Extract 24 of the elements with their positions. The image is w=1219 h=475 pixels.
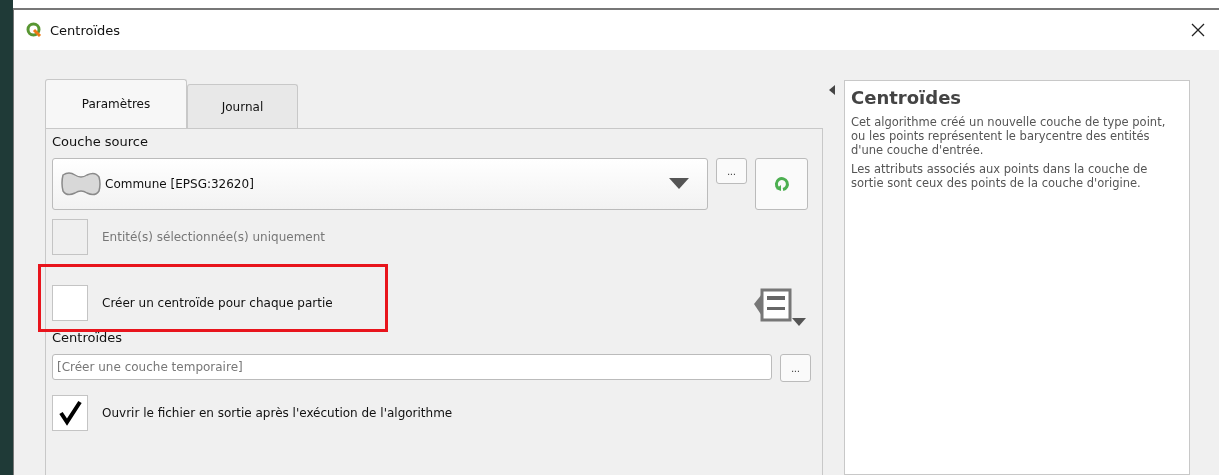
help-paragraph: Les attributs associés aux points dans la couche de sortie sont ceux des points de la couche d'origine. — [851, 163, 1149, 191]
output-field[interactable]: [Créer une couche temporaire] — [52, 354, 772, 380]
browse-button[interactable]: ... — [780, 354, 811, 382]
checkbox-label: Créer un centroïde pour chaque partie — [102, 296, 333, 310]
help-title: Centroïdes — [851, 87, 963, 108]
checkbox[interactable] — [52, 285, 88, 321]
tab[interactable]: Paramètres — [45, 79, 187, 128]
layer-dropdown[interactable]: Commune [EPSG:32620] — [52, 158, 708, 210]
checkbox-label: Entité(s) sélectionnée(s) uniquement — [102, 230, 325, 244]
checkbox[interactable] — [52, 395, 88, 431]
help-paragraph: Cet algorithme créé un nouvelle couche de type point, ou les points représentent le barycentre des entités d'une couche d'entrée. — [851, 116, 1167, 158]
field-label: Centroïdes — [52, 330, 124, 347]
advanced-options-icon[interactable] — [752, 286, 808, 328]
app-logo-icon — [26, 22, 42, 38]
browse-button[interactable]: ... — [716, 158, 747, 184]
field-label: Couche source — [52, 134, 149, 151]
checkbox-label: Ouvrir le fichier en sortie après l'exécution de l'algorithme — [102, 406, 453, 420]
iterate-button[interactable] — [755, 158, 808, 210]
refresh-icon — [773, 176, 790, 192]
window-title: Centroïdes — [50, 22, 122, 38]
close-icon[interactable] — [1191, 23, 1205, 37]
tab[interactable]: Journal — [187, 84, 298, 128]
collapse-arrow-icon[interactable] — [829, 85, 835, 95]
caret-icon — [669, 178, 689, 190]
